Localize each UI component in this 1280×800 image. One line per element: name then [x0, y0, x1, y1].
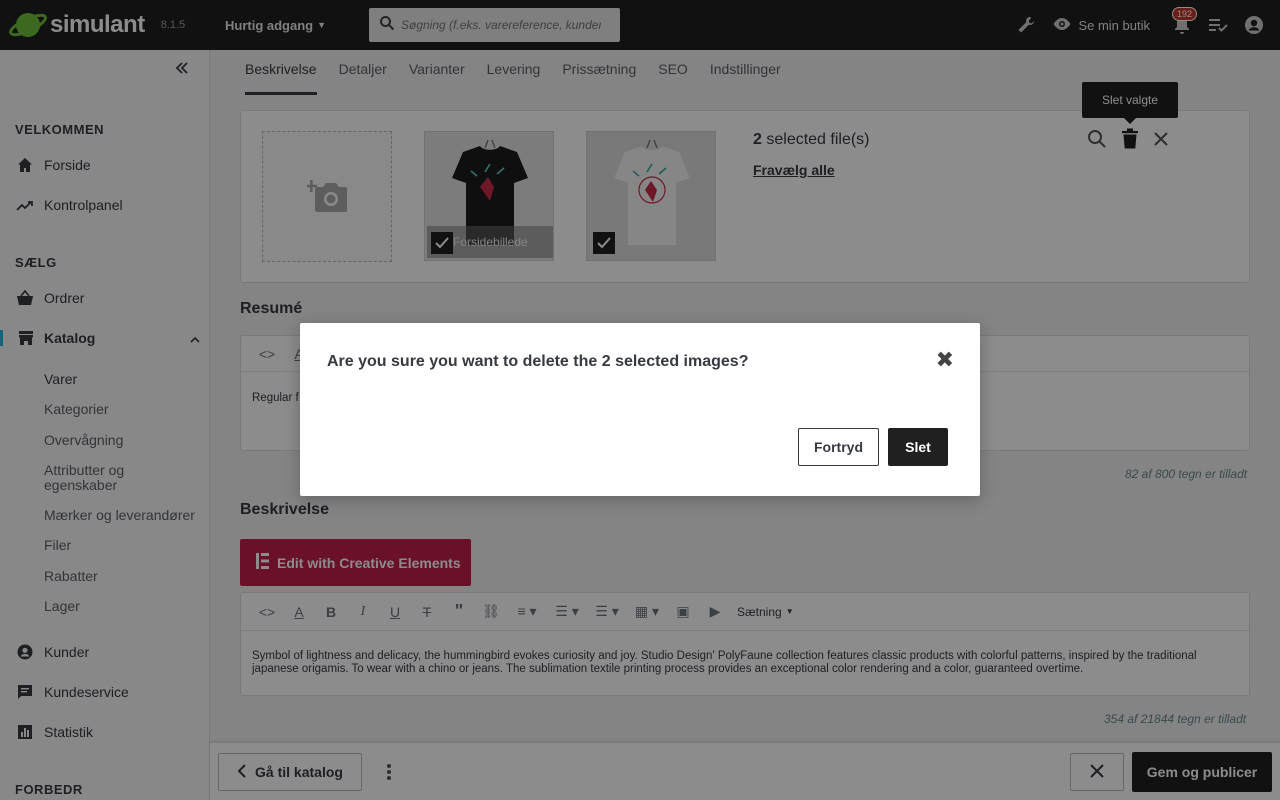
- cancel-button[interactable]: Fortryd: [798, 428, 879, 466]
- dialog-title: Are you sure you want to delete the 2 se…: [327, 353, 749, 370]
- delete-button[interactable]: Slet: [888, 428, 948, 466]
- close-dialog-icon[interactable]: ✖: [936, 347, 954, 373]
- delete-confirm-dialog: Are you sure you want to delete the 2 se…: [300, 323, 980, 496]
